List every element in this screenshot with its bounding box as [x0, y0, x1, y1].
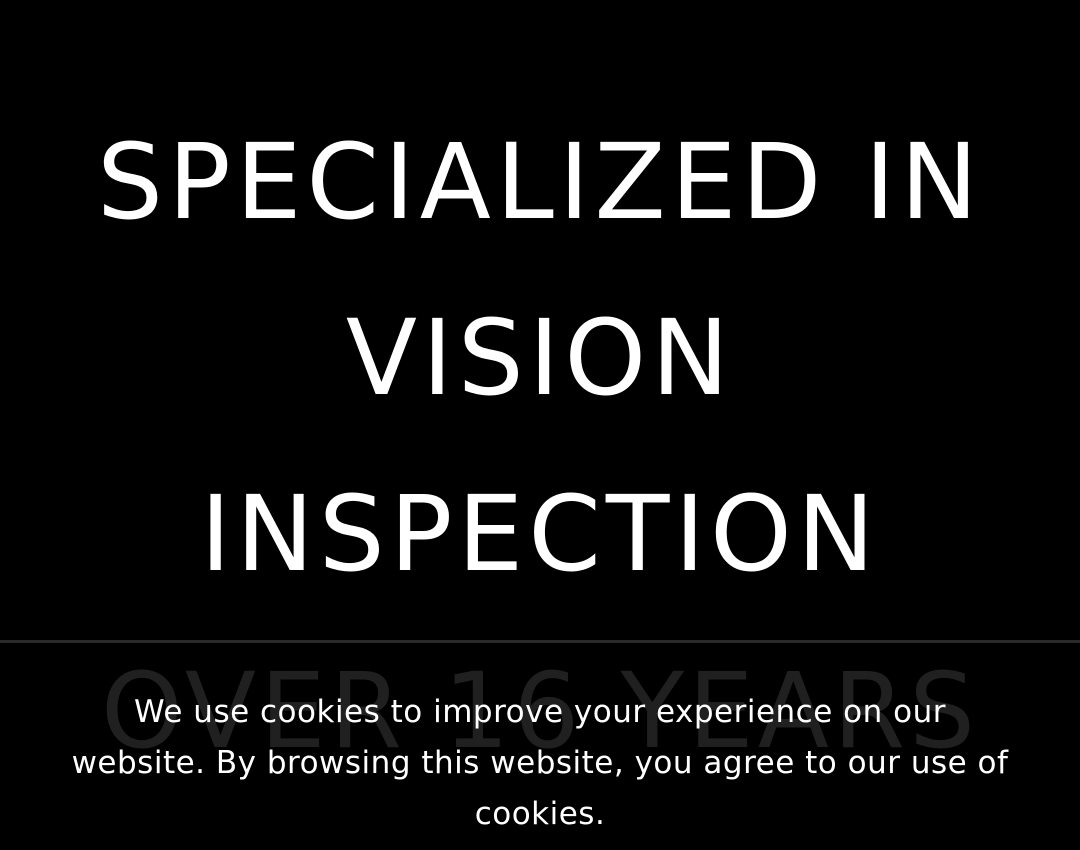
hero-section: SPECIALIZED IN VISION INSPECTION	[0, 0, 1080, 640]
cookie-banner: OVER 16 YEARS We use cookies to improve …	[0, 640, 1080, 850]
cookie-message: We use cookies to improve your experienc…	[71, 694, 1009, 832]
hero-title-line-1: SPECIALIZED IN	[96, 121, 984, 243]
hero-title-line-3: INSPECTION	[200, 473, 880, 595]
page: SPECIALIZED IN VISION INSPECTION OVER 16…	[0, 0, 1080, 850]
hero-title-line-2: VISION	[345, 297, 735, 419]
hero-title: SPECIALIZED IN VISION INSPECTION	[0, 94, 1080, 622]
